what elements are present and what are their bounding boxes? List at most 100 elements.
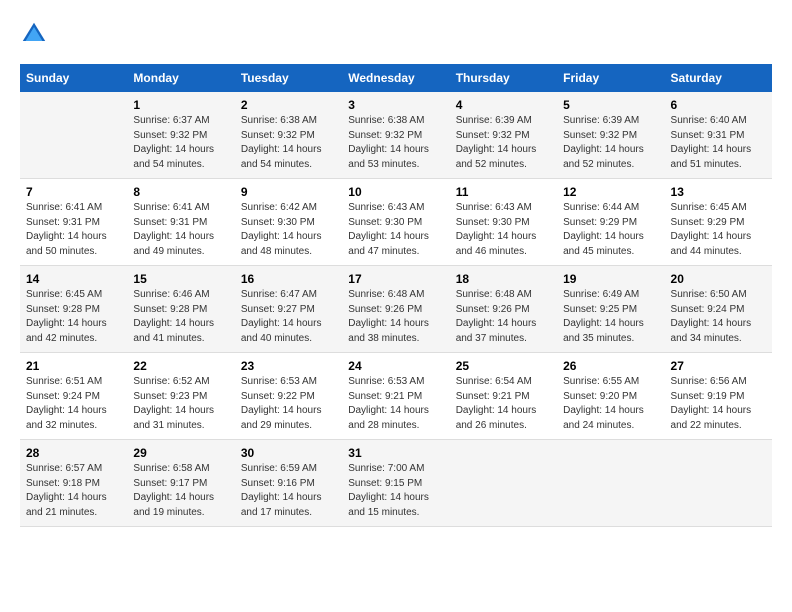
day-cell: 8 Sunrise: 6:41 AM Sunset: 9:31 PM Daylig… <box>127 179 234 266</box>
day-cell <box>665 440 772 527</box>
day-info: Sunrise: 6:43 AM Sunset: 9:30 PM Dayligh… <box>348 201 443 259</box>
day-cell: 30 Sunrise: 6:59 AM Sunset: 9:16 PM Dayli… <box>235 440 342 527</box>
day-cell: 6 Sunrise: 6:40 AM Sunset: 9:31 PM Daylig… <box>665 92 772 179</box>
day-info: Sunrise: 6:48 AM Sunset: 9:26 PM Dayligh… <box>348 288 443 346</box>
day-info: Sunrise: 6:46 AM Sunset: 9:28 PM Dayligh… <box>133 288 228 346</box>
day-number: 18 <box>456 272 551 286</box>
day-cell: 13Sunrise: 6:45 AM Sunset: 9:29 PM Dayli… <box>665 179 772 266</box>
day-number: 14 <box>26 272 121 286</box>
day-info: Sunrise: 6:58 AM Sunset: 9:17 PM Dayligh… <box>133 462 228 520</box>
header-row: SundayMondayTuesdayWednesdayThursdayFrid… <box>20 64 772 92</box>
col-header-thursday: Thursday <box>450 64 557 92</box>
day-info: Sunrise: 6:41 AM Sunset: 9:31 PM Dayligh… <box>26 201 121 259</box>
day-cell: 28 Sunrise: 6:57 AM Sunset: 9:18 PM Dayli… <box>20 440 127 527</box>
day-info: Sunrise: 6:51 AM Sunset: 9:24 PM Dayligh… <box>26 375 121 433</box>
day-number: 17 <box>348 272 443 286</box>
day-number: 20 <box>671 272 766 286</box>
day-info: Sunrise: 6:49 AM Sunset: 9:25 PM Dayligh… <box>563 288 658 346</box>
day-cell: 31Sunrise: 7:00 AM Sunset: 9:15 PM Dayli… <box>342 440 449 527</box>
day-cell: 19 Sunrise: 6:49 AM Sunset: 9:25 PM Dayli… <box>557 266 664 353</box>
day-number: 3 <box>348 98 443 112</box>
col-header-tuesday: Tuesday <box>235 64 342 92</box>
day-cell: 24 Sunrise: 6:53 AM Sunset: 9:21 PM Dayli… <box>342 353 449 440</box>
day-number: 16 <box>241 272 336 286</box>
day-info: Sunrise: 6:37 AM Sunset: 9:32 PM Dayligh… <box>133 114 228 172</box>
day-info: Sunrise: 6:38 AM Sunset: 9:32 PM Dayligh… <box>241 114 336 172</box>
day-info: Sunrise: 6:56 AM Sunset: 9:19 PM Dayligh… <box>671 375 766 433</box>
day-cell: 27 Sunrise: 6:56 AM Sunset: 9:19 PM Dayli… <box>665 353 772 440</box>
col-header-sunday: Sunday <box>20 64 127 92</box>
day-number: 22 <box>133 359 228 373</box>
week-row-2: 7Sunrise: 6:41 AM Sunset: 9:31 PM Daylig… <box>20 179 772 266</box>
day-number: 30 <box>241 446 336 460</box>
day-cell <box>557 440 664 527</box>
day-info: Sunrise: 6:38 AM Sunset: 9:32 PM Dayligh… <box>348 114 443 172</box>
day-cell: 5Sunrise: 6:39 AM Sunset: 9:32 PM Daylig… <box>557 92 664 179</box>
day-number: 25 <box>456 359 551 373</box>
col-header-saturday: Saturday <box>665 64 772 92</box>
day-cell: 22 Sunrise: 6:52 AM Sunset: 9:23 PM Dayli… <box>127 353 234 440</box>
day-info: Sunrise: 6:39 AM Sunset: 9:32 PM Dayligh… <box>456 114 551 172</box>
week-row-3: 14Sunrise: 6:45 AM Sunset: 9:28 PM Dayli… <box>20 266 772 353</box>
day-cell: 23Sunrise: 6:53 AM Sunset: 9:22 PM Dayli… <box>235 353 342 440</box>
day-cell: 11Sunrise: 6:43 AM Sunset: 9:30 PM Dayli… <box>450 179 557 266</box>
day-number: 15 <box>133 272 228 286</box>
day-info: Sunrise: 6:57 AM Sunset: 9:18 PM Dayligh… <box>26 462 121 520</box>
day-number: 24 <box>348 359 443 373</box>
day-cell: 25 Sunrise: 6:54 AM Sunset: 9:21 PM Dayli… <box>450 353 557 440</box>
day-number: 6 <box>671 98 766 112</box>
day-number: 11 <box>456 185 551 199</box>
day-cell: 1 Sunrise: 6:37 AM Sunset: 9:32 PM Daylig… <box>127 92 234 179</box>
day-number: 19 <box>563 272 658 286</box>
logo-icon <box>20 20 48 48</box>
day-number: 1 <box>133 98 228 112</box>
day-cell: 9 Sunrise: 6:42 AM Sunset: 9:30 PM Daylig… <box>235 179 342 266</box>
col-header-monday: Monday <box>127 64 234 92</box>
week-row-4: 21 Sunrise: 6:51 AM Sunset: 9:24 PM Dayli… <box>20 353 772 440</box>
day-info: Sunrise: 6:44 AM Sunset: 9:29 PM Dayligh… <box>563 201 658 259</box>
day-number: 12 <box>563 185 658 199</box>
day-cell: 7Sunrise: 6:41 AM Sunset: 9:31 PM Daylig… <box>20 179 127 266</box>
day-number: 2 <box>241 98 336 112</box>
day-number: 31 <box>348 446 443 460</box>
day-number: 4 <box>456 98 551 112</box>
day-cell: 12 Sunrise: 6:44 AM Sunset: 9:29 PM Dayli… <box>557 179 664 266</box>
day-number: 21 <box>26 359 121 373</box>
day-number: 8 <box>133 185 228 199</box>
week-row-5: 28 Sunrise: 6:57 AM Sunset: 9:18 PM Dayli… <box>20 440 772 527</box>
day-cell: 14Sunrise: 6:45 AM Sunset: 9:28 PM Dayli… <box>20 266 127 353</box>
day-info: Sunrise: 6:40 AM Sunset: 9:31 PM Dayligh… <box>671 114 766 172</box>
day-info: Sunrise: 6:48 AM Sunset: 9:26 PM Dayligh… <box>456 288 551 346</box>
day-cell: 4 Sunrise: 6:39 AM Sunset: 9:32 PM Daylig… <box>450 92 557 179</box>
day-cell <box>20 92 127 179</box>
day-cell: 16 Sunrise: 6:47 AM Sunset: 9:27 PM Dayli… <box>235 266 342 353</box>
day-cell: 26Sunrise: 6:55 AM Sunset: 9:20 PM Dayli… <box>557 353 664 440</box>
day-cell: 15 Sunrise: 6:46 AM Sunset: 9:28 PM Dayli… <box>127 266 234 353</box>
day-info: Sunrise: 6:55 AM Sunset: 9:20 PM Dayligh… <box>563 375 658 433</box>
day-number: 10 <box>348 185 443 199</box>
day-number: 13 <box>671 185 766 199</box>
day-number: 9 <box>241 185 336 199</box>
day-info: Sunrise: 6:42 AM Sunset: 9:30 PM Dayligh… <box>241 201 336 259</box>
day-info: Sunrise: 6:52 AM Sunset: 9:23 PM Dayligh… <box>133 375 228 433</box>
day-info: Sunrise: 6:54 AM Sunset: 9:21 PM Dayligh… <box>456 375 551 433</box>
col-header-wednesday: Wednesday <box>342 64 449 92</box>
day-cell: 17 Sunrise: 6:48 AM Sunset: 9:26 PM Dayli… <box>342 266 449 353</box>
day-cell: 20Sunrise: 6:50 AM Sunset: 9:24 PM Dayli… <box>665 266 772 353</box>
day-cell <box>450 440 557 527</box>
day-info: Sunrise: 6:59 AM Sunset: 9:16 PM Dayligh… <box>241 462 336 520</box>
day-info: Sunrise: 6:47 AM Sunset: 9:27 PM Dayligh… <box>241 288 336 346</box>
day-info: Sunrise: 6:39 AM Sunset: 9:32 PM Dayligh… <box>563 114 658 172</box>
page-header <box>20 20 772 48</box>
day-cell: 10 Sunrise: 6:43 AM Sunset: 9:30 PM Dayli… <box>342 179 449 266</box>
week-row-1: 1 Sunrise: 6:37 AM Sunset: 9:32 PM Daylig… <box>20 92 772 179</box>
day-number: 27 <box>671 359 766 373</box>
day-info: Sunrise: 6:53 AM Sunset: 9:22 PM Dayligh… <box>241 375 336 433</box>
day-number: 29 <box>133 446 228 460</box>
day-number: 28 <box>26 446 121 460</box>
day-info: Sunrise: 6:41 AM Sunset: 9:31 PM Dayligh… <box>133 201 228 259</box>
day-info: Sunrise: 6:53 AM Sunset: 9:21 PM Dayligh… <box>348 375 443 433</box>
day-cell: 18 Sunrise: 6:48 AM Sunset: 9:26 PM Dayli… <box>450 266 557 353</box>
day-cell: 29 Sunrise: 6:58 AM Sunset: 9:17 PM Dayli… <box>127 440 234 527</box>
day-cell: 3 Sunrise: 6:38 AM Sunset: 9:32 PM Daylig… <box>342 92 449 179</box>
